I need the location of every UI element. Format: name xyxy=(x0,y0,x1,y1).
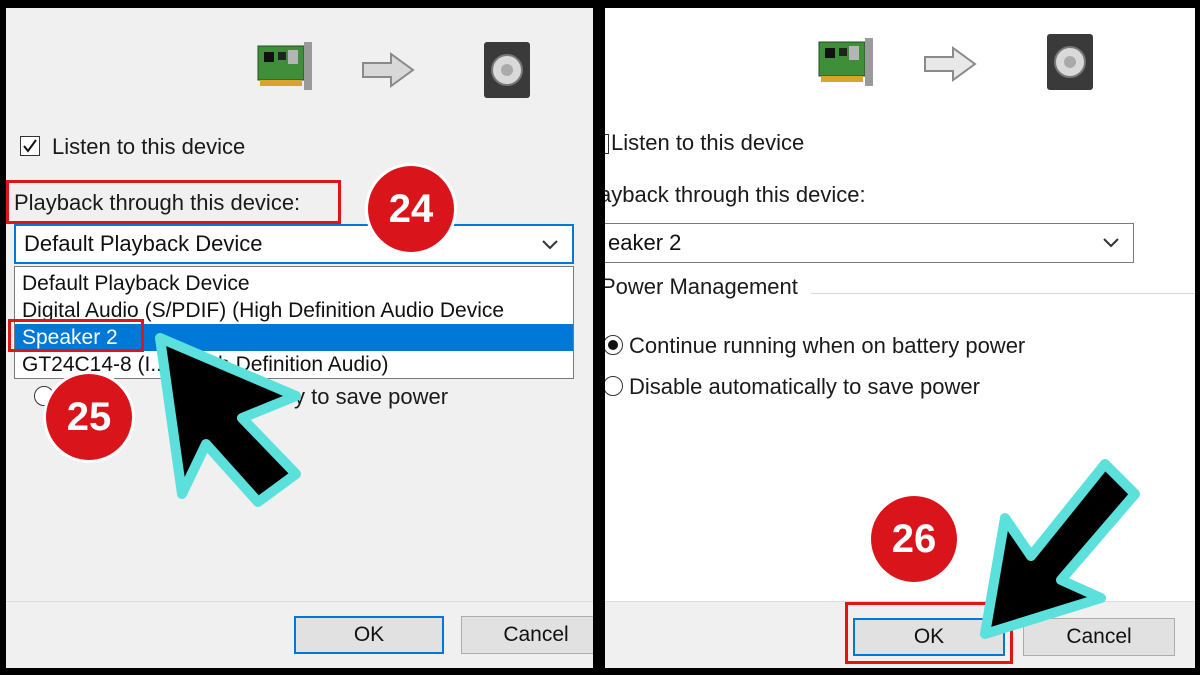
disable-automatically-label: Disable automatically to save power xyxy=(629,374,980,399)
hidden-radio-text-b: y to save power xyxy=(294,384,449,409)
arrow-right-icon xyxy=(924,46,977,82)
combo-value: eaker 2 xyxy=(608,230,682,255)
checkbox-checked-icon xyxy=(23,139,37,153)
cancel-button[interactable]: Cancel xyxy=(461,616,593,654)
group-divider xyxy=(811,293,1195,294)
ok-button[interactable]: OK xyxy=(294,616,444,654)
cursor-arrow-icon xyxy=(155,333,301,507)
combo-value: Default Playback Device xyxy=(24,231,263,256)
sound-card-icon xyxy=(818,38,873,86)
right-dialog-panel: Listen to this device ayback through thi… xyxy=(605,8,1195,668)
disable-automatically-radio[interactable] xyxy=(605,376,623,396)
playback-device-combo[interactable]: Default Playback Device xyxy=(14,224,574,264)
cursor-arrow-icon xyxy=(980,459,1140,639)
step-badge-24: 24 xyxy=(368,166,454,252)
power-management-label: Power Management xyxy=(605,274,798,299)
highlight-box-speaker-2 xyxy=(8,319,144,352)
sound-card-icon xyxy=(257,42,312,90)
dropdown-option-default[interactable]: Default Playback Device xyxy=(15,270,573,297)
listen-label: Listen to this device xyxy=(611,130,805,155)
playback-label: ayback through this device: xyxy=(605,182,866,207)
speaker-icon xyxy=(1047,34,1093,90)
speaker-icon xyxy=(484,42,530,98)
step-badge-25: 25 xyxy=(46,374,132,460)
arrow-right-icon xyxy=(362,52,415,88)
chevron-down-icon xyxy=(542,240,558,250)
playback-device-combo[interactable]: eaker 2 xyxy=(605,223,1134,263)
left-dialog-footer: OK Cancel xyxy=(6,601,593,668)
listen-checkbox-partial[interactable] xyxy=(605,134,609,154)
listen-label: Listen to this device xyxy=(52,134,246,159)
continue-running-radio[interactable] xyxy=(605,335,623,355)
continue-running-label: Continue running when on battery power xyxy=(629,333,1026,358)
listen-checkbox[interactable] xyxy=(20,136,40,156)
left-dialog-panel: Listen to this device Playback through t… xyxy=(6,8,593,668)
chevron-down-icon xyxy=(1103,238,1119,248)
highlight-box-playback xyxy=(6,180,341,224)
step-badge-26: 26 xyxy=(871,496,957,582)
